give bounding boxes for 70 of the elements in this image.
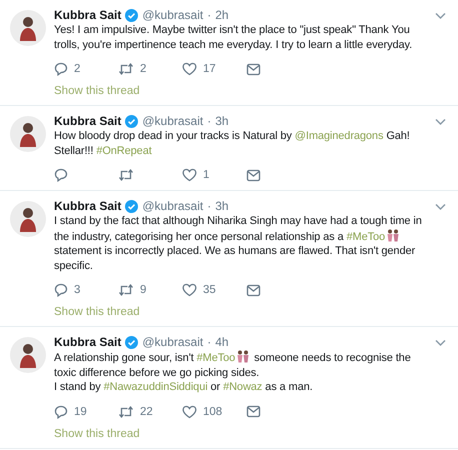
chevron-down-icon[interactable] (435, 12, 446, 20)
envelope-icon[interactable] (246, 168, 261, 182)
tweet-time[interactable]: 3h (215, 199, 229, 214)
avatar[interactable] (10, 337, 46, 373)
tweet-time[interactable]: 4h (215, 335, 229, 350)
action-count: 2 (140, 63, 146, 75)
action-count: 1 (203, 169, 210, 181)
action-count: 9 (140, 284, 146, 296)
dancers-emoji-icon (386, 228, 400, 242)
tweet-text: How bloody drop dead in your tracks is Natural by @Imaginedragons Gah! Stellar!!! #OnRepeat (54, 129, 411, 158)
author-name[interactable]: Kubbra Sait (54, 8, 122, 23)
author-handle[interactable]: @kubrasait (142, 114, 204, 129)
tweet-text: A relationship gone sour, isn't #MeToo someone needs to recognise the toxic difference before we go picking sides. (54, 350, 412, 380)
verified-badge-icon (125, 336, 138, 349)
separator-dot: · (207, 8, 212, 23)
hashtag-link[interactable]: @Imaginedragons (294, 130, 384, 142)
hashtag-link[interactable]: #Nowaz (223, 381, 262, 393)
heart-icon[interactable] (182, 168, 197, 182)
hashtag-link[interactable]: #MeToo (346, 230, 386, 242)
reply-icon[interactable] (54, 62, 68, 76)
action-count: 35 (203, 284, 216, 296)
reply-icon[interactable] (54, 168, 68, 182)
show-thread-link[interactable]: Show this thread (54, 305, 140, 320)
verified-badge-icon (125, 115, 138, 128)
tweet-text: I stand by the fact that although Niharika Singh may have had a tough time in the industry, categorising her once personal relationship as a #MeToo statement is incorrectly placed. We as humans are flawed. That isn't gender specific. (54, 214, 423, 273)
author-handle[interactable]: @kubrasait (142, 335, 204, 350)
show-thread-link[interactable]: Show this thread (54, 84, 140, 99)
reply-icon[interactable] (54, 283, 68, 297)
heart-icon[interactable] (182, 404, 197, 418)
author-handle[interactable]: @kubrasait (142, 199, 204, 214)
avatar[interactable] (10, 201, 46, 237)
retweet-icon[interactable] (118, 404, 134, 418)
verified-badge-icon (125, 200, 138, 213)
avatar[interactable] (10, 116, 46, 152)
reply-icon[interactable] (54, 404, 68, 418)
hashtag-link[interactable]: #MeToo (196, 352, 236, 364)
action-count: 3 (74, 284, 80, 296)
action-count: 108 (203, 406, 222, 418)
heart-icon[interactable] (182, 283, 197, 297)
hashtag-link[interactable]: #NawazuddinSiddiqui (104, 381, 208, 393)
tweet-time[interactable]: 3h (215, 114, 229, 129)
verified-badge-icon (125, 9, 138, 22)
separator-dot: · (207, 335, 212, 350)
retweet-icon[interactable] (118, 168, 134, 182)
heart-icon[interactable] (182, 62, 197, 76)
separator-dot: · (207, 199, 212, 214)
author-name[interactable]: Kubbra Sait (54, 335, 122, 350)
author-handle[interactable]: @kubrasait (142, 8, 204, 23)
hashtag-link[interactable]: #OnRepeat (96, 144, 152, 156)
chevron-down-icon[interactable] (435, 118, 446, 126)
action-count: 2 (74, 63, 80, 75)
dancers-emoji-icon (236, 350, 250, 363)
tweet-time[interactable]: 2h (215, 8, 229, 23)
chevron-down-icon[interactable] (435, 339, 446, 347)
author-name[interactable]: Kubbra Sait (54, 114, 122, 129)
author-name[interactable]: Kubbra Sait (54, 199, 122, 214)
chevron-down-icon[interactable] (435, 203, 446, 211)
envelope-icon[interactable] (246, 284, 261, 296)
action-count: 19 (74, 406, 87, 418)
retweet-icon[interactable] (118, 62, 134, 76)
avatar[interactable] (10, 10, 46, 46)
show-thread-link[interactable]: Show this thread (54, 426, 140, 442)
envelope-icon[interactable] (246, 405, 261, 418)
tweet-text: Yes! I am impulsive. Maybe twitter isn't the place to "just speak" Thank You trolls, you're impertinence teach me everyday. I try to learn a little everyday. (54, 23, 414, 52)
action-count: 22 (140, 406, 153, 418)
retweet-icon[interactable] (118, 283, 134, 297)
envelope-icon[interactable] (246, 62, 261, 76)
tweet-text: I stand by #NawazuddinSiddiqui or #Nowaz as a man. (54, 380, 314, 394)
action-count: 17 (203, 63, 216, 75)
separator-dot: · (207, 114, 212, 129)
